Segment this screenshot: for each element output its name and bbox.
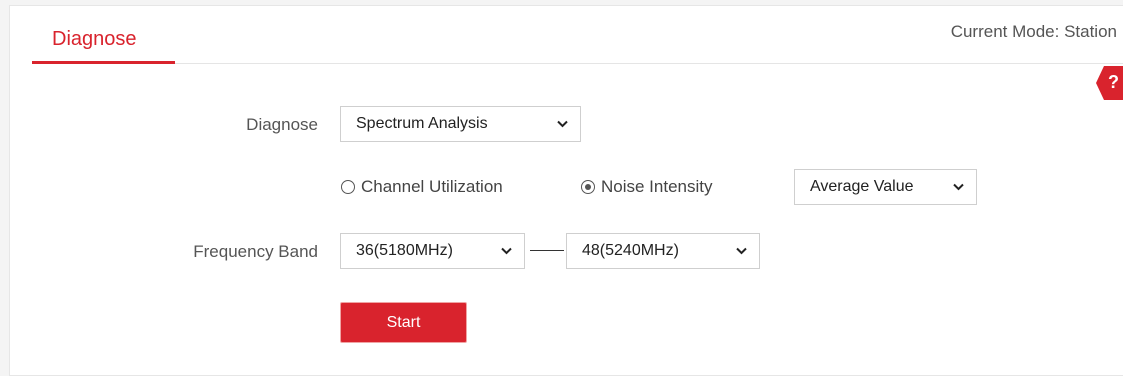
- frequency-band-from-select[interactable]: 36(5180MHz): [340, 233, 525, 269]
- frequency-band-label: Frequency Band: [193, 242, 318, 261]
- frequency-band-to-value: 48(5240MHz): [582, 242, 679, 259]
- chevron-down-icon: [501, 247, 512, 255]
- range-separator: [530, 250, 564, 251]
- radio-unchecked-icon: [341, 180, 355, 194]
- frequency-band-from-value: 36(5180MHz): [356, 242, 453, 259]
- help-button[interactable]: ?: [1096, 66, 1123, 100]
- diagnose-label: Diagnose: [246, 115, 318, 134]
- tab-divider: [175, 63, 1123, 64]
- start-button[interactable]: Start: [340, 302, 467, 343]
- tab-diagnose-label: Diagnose: [52, 28, 137, 50]
- diagnose-select[interactable]: Spectrum Analysis: [340, 106, 581, 142]
- radio-noise-intensity-label: Noise Intensity: [601, 177, 713, 196]
- radio-channel-utilization-label: Channel Utilization: [361, 177, 503, 196]
- radio-channel-utilization[interactable]: Channel Utilization: [341, 177, 503, 197]
- chevron-down-icon: [736, 247, 747, 255]
- radio-noise-intensity[interactable]: Noise Intensity: [581, 177, 713, 197]
- question-icon: ?: [1108, 72, 1119, 92]
- value-type-select-value: Average Value: [810, 178, 914, 195]
- radio-checked-icon: [581, 180, 595, 194]
- diagnose-panel: Diagnose Current Mode: Station ? Diagnos…: [9, 5, 1123, 376]
- chevron-down-icon: [953, 183, 964, 191]
- value-type-select[interactable]: Average Value: [794, 169, 977, 205]
- chevron-down-icon: [557, 120, 568, 128]
- current-mode-text: Current Mode: Station: [950, 22, 1117, 41]
- frequency-band-to-select[interactable]: 48(5240MHz): [566, 233, 760, 269]
- diagnose-select-value: Spectrum Analysis: [356, 115, 488, 132]
- tab-diagnose[interactable]: Diagnose: [32, 6, 175, 64]
